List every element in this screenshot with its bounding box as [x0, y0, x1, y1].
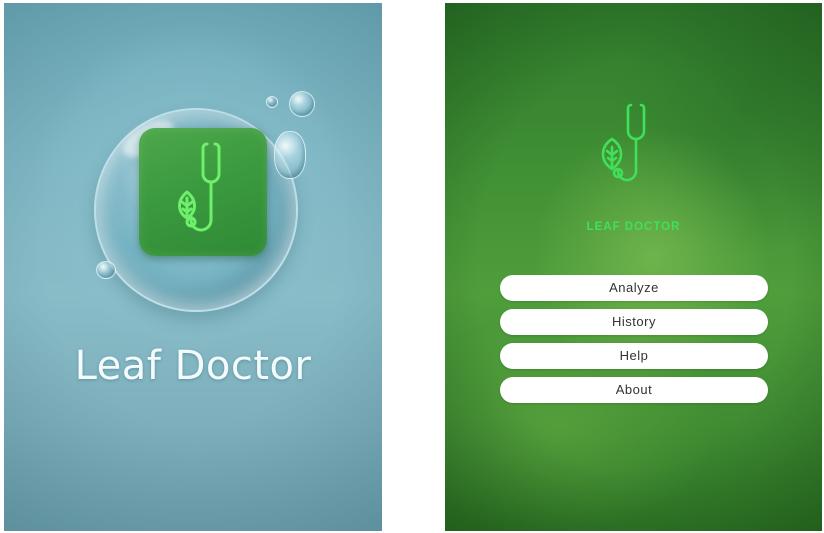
- menu-vignette: [445, 3, 822, 531]
- screenshot-canvas: Leaf Doctor LEAF DOCTOR Analyze History …: [0, 0, 824, 533]
- droplet-small-top: [289, 91, 315, 117]
- leaf-stethoscope-icon: [601, 103, 646, 182]
- brand-name: LEAF DOCTOR: [586, 221, 681, 233]
- app-icon: [139, 128, 267, 256]
- analyze-button[interactable]: Analyze: [500, 275, 768, 301]
- menu-screen: LEAF DOCTOR Analyze History Help About: [445, 3, 822, 531]
- droplet-tiny-top: [266, 96, 278, 108]
- history-button[interactable]: History: [500, 309, 768, 335]
- leaf-stethoscope-icon: [178, 142, 221, 232]
- splash-screen: Leaf Doctor: [4, 3, 382, 531]
- droplet-left: [96, 261, 116, 279]
- splash-title: Leaf Doctor: [74, 343, 312, 389]
- about-button[interactable]: About: [500, 377, 768, 403]
- help-button[interactable]: Help: [500, 343, 768, 369]
- droplet-right: [274, 131, 306, 179]
